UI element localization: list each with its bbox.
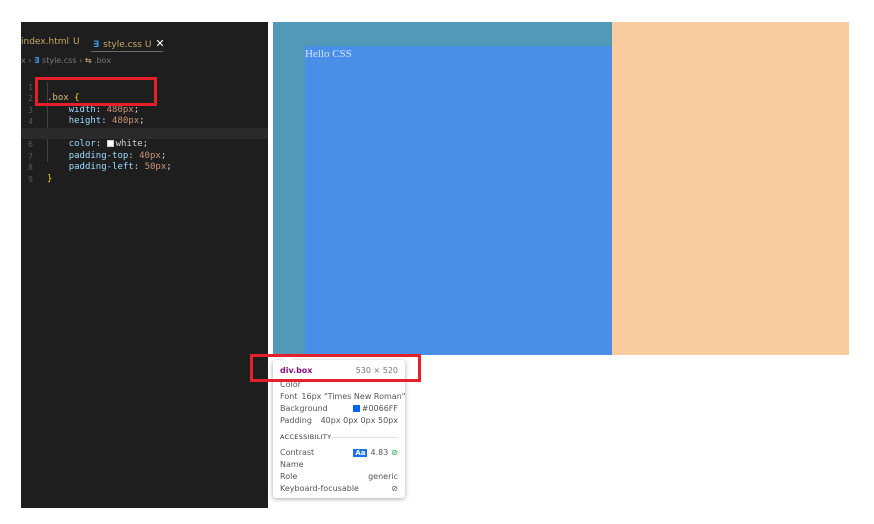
box-content-area (305, 46, 612, 355)
accessibility-heading: ACCESSIBILITY (280, 433, 398, 441)
tooltip-row-role: Role generic (280, 472, 398, 483)
breadcrumb-prefix[interactable]: x (21, 56, 26, 65)
line-number: 9 (28, 174, 33, 184)
hello-text: Hello CSS (305, 48, 352, 60)
highlight-box-code (35, 77, 157, 106)
contrast-value: 4.83 (370, 448, 389, 457)
name-label: Name (280, 460, 304, 469)
active-tab-indicator (91, 51, 163, 52)
tooltip-row-background: Background #0066FF (280, 404, 398, 415)
contrast-label: Contrast (280, 448, 315, 457)
tab-index-html[interactable]: index.html U (21, 37, 80, 47)
padding-label: Padding (280, 416, 312, 425)
browser-preview: Hello CSS (273, 22, 849, 355)
role-label: Role (280, 472, 298, 481)
font-value: 16px "Times New Roman" (301, 392, 406, 401)
breadcrumb-selector[interactable]: .box (94, 56, 111, 65)
code-line: 7 padding-left: 50px; (21, 139, 268, 173)
color-swatch-icon (352, 405, 360, 412)
contrast-badge: Aa (353, 449, 368, 457)
highlight-box-tooltip (250, 354, 421, 382)
tab-style-css[interactable]: ∃ style.css U ✕ (93, 37, 165, 50)
css-file-icon: ∃ (34, 56, 40, 65)
tooltip-row-padding: Padding 40px 0px 0px 50px (280, 416, 398, 427)
background-value: #0066FF (361, 404, 398, 413)
tab-status: U (72, 37, 80, 47)
divider (332, 437, 398, 438)
tooltip-row-keyboard: Keyboard-focusable ⊘ (280, 484, 398, 495)
close-icon[interactable]: ✕ (155, 37, 164, 50)
tooltip-row-name: Name (280, 460, 398, 471)
breadcrumb-file[interactable]: style.css (42, 56, 76, 65)
code-line-active: 6 padding-top: 40px; (21, 127, 268, 161)
code-line: 4 background-color: #0066ff; (21, 105, 268, 138)
font-label: Font (280, 392, 298, 401)
code-line: 5 color: white; (21, 116, 268, 150)
breadcrumb-separator: › (79, 56, 83, 65)
background-label: Background (280, 404, 328, 413)
tab-status: U (144, 40, 152, 50)
css-file-icon: ∃ (93, 40, 100, 50)
ban-icon: ⊘ (391, 484, 398, 493)
keyboard-label: Keyboard-focusable (280, 484, 359, 493)
breadcrumb-separator: › (28, 56, 32, 65)
box-padding-area[interactable]: Hello CSS (273, 22, 612, 355)
tab-label: index.html (21, 37, 69, 47)
padding-value: 40px 0px 0px 50px (320, 416, 398, 425)
selector-icon: ⇆ (84, 56, 92, 65)
tooltip-row-font: Font 16px "Times New Roman" (280, 392, 405, 403)
tooltip-row-contrast: Contrast Aa 4.83 ⊘ (280, 448, 398, 459)
editor-tabs: index.html U ∃ style.css U ✕ (21, 32, 268, 52)
code-line: 9 (21, 162, 268, 184)
code-line: 8 } (21, 151, 268, 184)
breadcrumb: x › ∃ style.css › ⇆ .box (21, 56, 111, 65)
role-value: generic (368, 472, 398, 481)
tab-label: style.css (103, 40, 142, 50)
check-circle-icon: ⊘ (391, 448, 398, 457)
